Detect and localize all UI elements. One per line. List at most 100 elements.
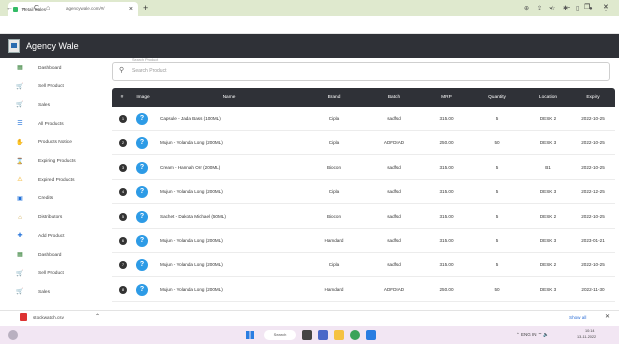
profile-avatar[interactable]: ● bbox=[589, 4, 593, 14]
cart-icon: 🛒 bbox=[16, 270, 24, 277]
sidebar-item-6[interactable]: ⚠ Expired Products bbox=[16, 174, 74, 186]
sidebar-item-12[interactable]: 🛒 Sales bbox=[16, 286, 50, 298]
table-row[interactable]: 5? Sachet - Dakota Michael (50ML) Biocon sa… bbox=[112, 204, 615, 229]
cell-batch: sadfsd bbox=[387, 164, 401, 170]
volume-icon[interactable]: 🔈 bbox=[543, 332, 549, 337]
column-header[interactable]: MRP bbox=[424, 88, 469, 107]
home-icon[interactable]: ⌂ bbox=[46, 4, 50, 14]
task-view-icon[interactable] bbox=[302, 330, 312, 340]
share-icon[interactable]: ⇪ bbox=[537, 4, 542, 14]
sidebar-item-3[interactable]: ☰ All Products bbox=[16, 118, 64, 130]
sidebar-item-7[interactable]: ▣ Credits bbox=[16, 193, 53, 205]
cell-exp: 2022-11-30 bbox=[581, 286, 605, 292]
column-header[interactable]: Brand bbox=[304, 88, 364, 107]
cell-exp: 2022-12-25 bbox=[581, 189, 605, 195]
download-file-name[interactable]: stockwatch.csv bbox=[33, 313, 64, 322]
product-image-placeholder-icon: ? bbox=[136, 283, 148, 296]
product-image-placeholder-icon: ? bbox=[136, 235, 148, 247]
table-row[interactable]: 3? Cream - Hannah Orr (200ML) Biocon sadfsd… bbox=[112, 155, 615, 180]
search-legend: Search Product bbox=[130, 58, 161, 62]
sidebar-item-1[interactable]: 🛒 Sell Product bbox=[16, 81, 64, 93]
chevron-up-icon[interactable]: ⌃ bbox=[95, 312, 100, 322]
search-input[interactable] bbox=[132, 66, 592, 76]
system-tray[interactable]: ⌃ ENG IN ⌔ 🔈 bbox=[516, 329, 549, 341]
cell-loc: DESK 2 bbox=[539, 116, 557, 121]
sidebar-item-8[interactable]: ⌂ Distributors bbox=[16, 212, 62, 224]
warning-icon: ⚠ bbox=[17, 177, 23, 184]
product-image-placeholder-icon: ? bbox=[136, 113, 148, 125]
dashboard-icon: ▦ bbox=[17, 252, 23, 258]
column-header[interactable]: Name bbox=[154, 88, 304, 107]
sidepanel-icon[interactable]: ▯ bbox=[576, 4, 579, 14]
install-icon[interactable]: ⊕ bbox=[524, 4, 529, 14]
tray-chevron-icon[interactable]: ⌃ bbox=[516, 332, 520, 337]
column-header[interactable]: Expiry bbox=[571, 88, 615, 107]
taskbar-search[interactable]: Search bbox=[264, 330, 296, 340]
sidebar-item-label: Products Notice bbox=[38, 140, 72, 146]
cell-batch: sadfsd bbox=[387, 189, 401, 195]
cell-exp: 2022-10-25 bbox=[581, 164, 605, 170]
url-field[interactable]: agencywale.com/#/ bbox=[66, 4, 105, 14]
column-header[interactable]: Image bbox=[132, 88, 154, 107]
cell-qty: 5 bbox=[495, 164, 499, 170]
table-row[interactable]: 2? Mujun - Yolanda Long (200ML) Cipla ADFDI… bbox=[112, 131, 615, 156]
table-row[interactable]: 8? Mujun - Yolanda Long (200ML) Hamdard ADF… bbox=[112, 277, 615, 302]
sidebar-item-11[interactable]: 🛒 Sell Product bbox=[16, 268, 64, 280]
column-header[interactable]: Quantity bbox=[469, 88, 525, 107]
start-icon[interactable] bbox=[246, 331, 254, 339]
table-row[interactable]: 7? Mujun - Yolanda Long (200ML) Cipla sadfs… bbox=[112, 253, 615, 278]
cell-batch: sadfsd bbox=[387, 116, 401, 121]
cell-exp: 2022-10-25 bbox=[581, 116, 605, 121]
sidebar-item-label: Sell Product bbox=[38, 84, 64, 90]
chrome-icon[interactable] bbox=[350, 330, 360, 340]
sidebar-item-label: Distributors bbox=[38, 215, 63, 221]
sidebar-item-9[interactable]: ✚ Add Product bbox=[16, 230, 64, 242]
cart-icon: 🛒 bbox=[16, 83, 24, 90]
sidebar-item-label: Sales bbox=[38, 289, 50, 295]
sidebar-item-2[interactable]: 🛒 Sales bbox=[16, 99, 50, 111]
language-indicator[interactable]: ENG IN bbox=[521, 332, 537, 337]
weather-icon[interactable] bbox=[8, 330, 18, 340]
credit-icon: ▣ bbox=[17, 195, 23, 202]
sidebar-item-10[interactable]: ▦ Dashboard bbox=[16, 249, 61, 261]
table-row[interactable]: 6? Mujun - Yolanda Long (200ML) Hamdard sad… bbox=[112, 229, 615, 253]
bookmark-star-icon[interactable]: ☆ bbox=[550, 4, 555, 14]
sidebar-item-label: Expiring Products bbox=[38, 159, 76, 164]
cell-brand: Cipla bbox=[328, 262, 340, 268]
back-icon[interactable]: ← bbox=[6, 4, 13, 14]
forward-icon[interactable]: → bbox=[20, 4, 27, 14]
cell-mrp: 315.00 bbox=[439, 189, 454, 195]
file-explorer-icon[interactable] bbox=[334, 330, 344, 340]
edge-icon[interactable] bbox=[366, 330, 376, 340]
sidebar-item-4[interactable]: ✋ Products Notice bbox=[16, 137, 72, 149]
column-header[interactable]: Batch bbox=[364, 88, 424, 107]
table-row[interactable]: 4? Mujun - Yolanda Long (200ML) Cipla sadfs… bbox=[112, 180, 615, 205]
cart-icon: 🛒 bbox=[16, 102, 24, 109]
extensions-icon[interactable]: ✱ bbox=[563, 4, 568, 14]
clock-date[interactable]: 13-11-2022 bbox=[577, 334, 596, 340]
table-row[interactable]: 1? Capsule - Jada Bass (100ML) Cipla sadfsd… bbox=[112, 107, 615, 131]
wifi-icon[interactable]: ⌔ bbox=[538, 332, 542, 337]
more-menu-icon[interactable]: ⋮ bbox=[603, 4, 609, 14]
tab-close-icon[interactable]: × bbox=[129, 6, 133, 13]
sidebar-item-0[interactable]: ▦ Dashboard bbox=[16, 62, 61, 74]
cell-brand: Cipla bbox=[328, 116, 340, 121]
download-bar-close-icon[interactable]: ✕ bbox=[605, 312, 610, 322]
cell-mrp: 250.00 bbox=[439, 286, 454, 292]
address-bar-row bbox=[0, 16, 619, 34]
show-all-button[interactable]: Show all bbox=[569, 313, 586, 322]
new-tab-button[interactable]: + bbox=[143, 3, 148, 13]
cell-loc: DESK 3 bbox=[539, 238, 557, 243]
cell-exp: 2022-10-25 bbox=[581, 140, 605, 146]
sidebar-item-label: All Products bbox=[38, 121, 64, 127]
chat-icon[interactable] bbox=[318, 330, 328, 340]
sidebar-item-5[interactable]: ⌛ Expiring Products bbox=[16, 156, 76, 168]
column-header[interactable]: Location bbox=[525, 88, 571, 107]
reload-icon[interactable]: C bbox=[34, 4, 39, 14]
product-name: Mujun - Yolanda Long (200ML) bbox=[160, 286, 223, 292]
product-name: Mujun - Yolanda Long (200ML) bbox=[160, 262, 223, 268]
column-header[interactable]: # bbox=[112, 88, 132, 107]
cell-loc: DESK 2 bbox=[539, 213, 557, 219]
product-name: Capsule - Jada Bass (100ML) bbox=[160, 116, 221, 121]
cell-batch: sadfsd bbox=[387, 262, 401, 268]
